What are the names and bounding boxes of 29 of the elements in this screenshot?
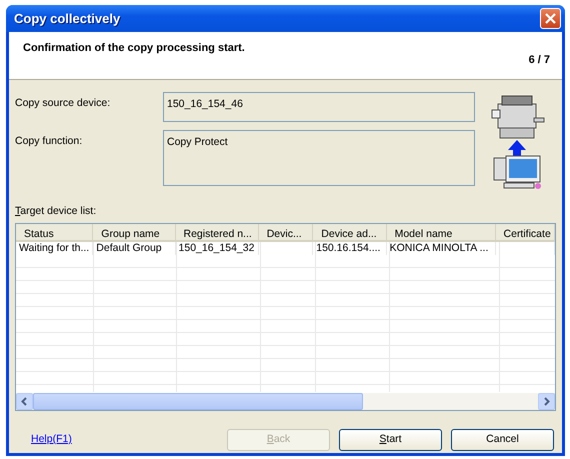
close-button[interactable] [540,8,561,29]
table-cell: Waiting for th... [16,242,94,255]
column-header[interactable]: Model name [386,224,496,240]
dialog-button[interactable]: Start [339,428,442,451]
table-cell: 150.16.154.... [313,242,387,255]
scroll-left-button[interactable] [16,392,33,410]
field-label: Copy function: [15,134,84,149]
close-icon [544,12,557,25]
column-header[interactable]: Status [16,224,94,240]
field-label: Copy source device: [15,96,112,111]
table-cell: 150_16_154_32 [176,242,259,255]
column-header[interactable]: Devic... [258,224,314,240]
help-link[interactable]: Help(F1) [31,432,72,448]
text-field[interactable]: Copy Protect [163,130,475,186]
column-header[interactable]: Certificate [496,224,555,240]
step-counter: 6 / 7 [528,53,550,68]
scroll-thumb[interactable] [33,392,363,410]
scroll-right-button[interactable] [538,392,555,410]
header-message: Confirmation of the copy processing start. [23,41,245,56]
column-header[interactable]: Group name [93,224,176,240]
table-cell: KONICA MINOLTA ... [386,242,496,255]
column-header[interactable]: Device ad... [313,224,387,240]
dialog-button[interactable]: Cancel [451,428,554,451]
column-header[interactable]: Registered n... [176,224,259,240]
window-title: Copy collectively [14,10,120,28]
text-field[interactable]: 150_16_154_46 [163,92,475,122]
list-label: Target device list: [15,204,98,219]
horizontal-scrollbar[interactable] [16,392,555,410]
table-cell: Default Group [93,242,176,255]
